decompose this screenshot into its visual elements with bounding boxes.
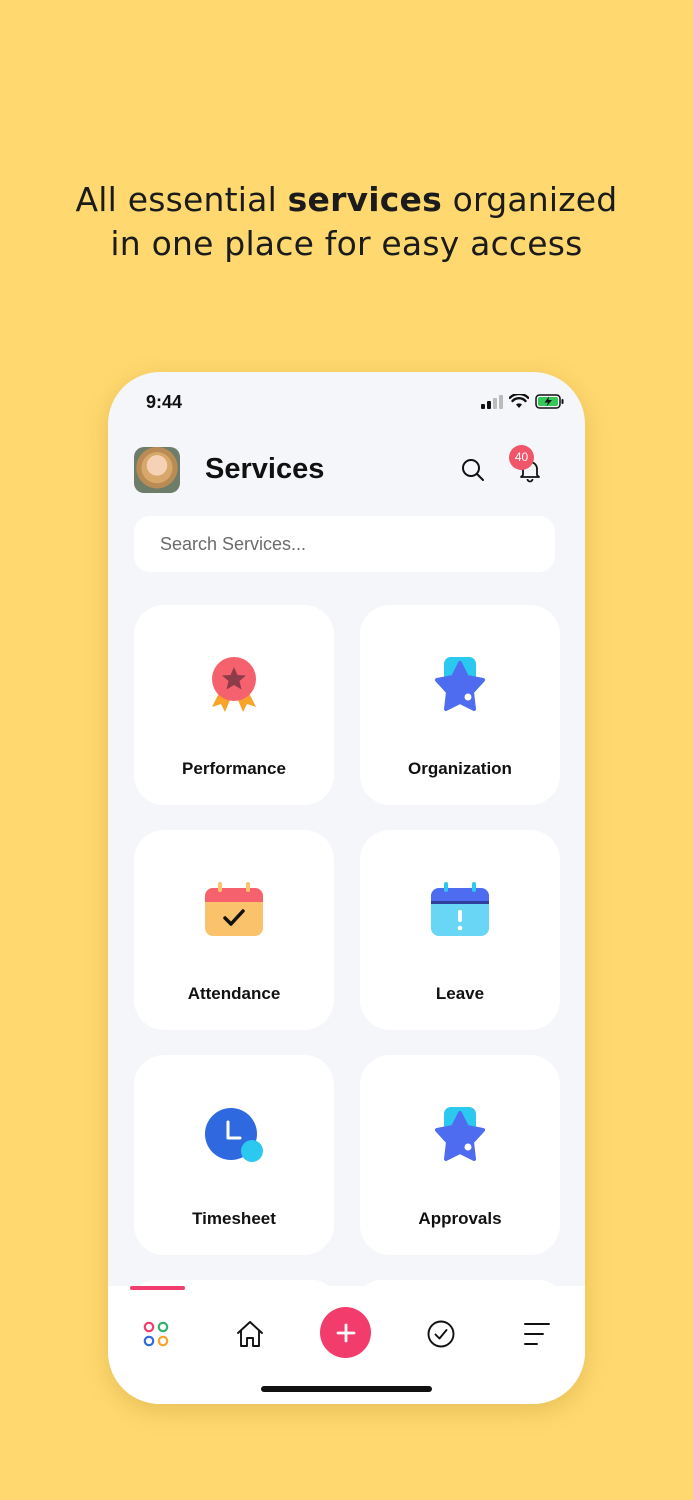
star-icon — [435, 657, 485, 711]
search-button[interactable] — [456, 453, 490, 487]
add-icon — [336, 1323, 355, 1342]
service-label: Leave — [435, 984, 485, 1003]
signal-icon — [481, 394, 503, 409]
headline: All essential services organized in one … — [0, 178, 693, 266]
calendar-alert-icon — [431, 882, 489, 936]
active-tab-indicator — [130, 1286, 185, 1290]
bottom-tab-bar — [108, 1286, 585, 1404]
status-bar: 9:44 — [108, 392, 585, 414]
headline-bold: services — [287, 180, 442, 219]
battery-icon — [535, 394, 564, 409]
service-card-approvals[interactable]: Approvals — [360, 1055, 560, 1255]
tab-menu[interactable] — [511, 1308, 563, 1360]
award-badge-icon — [212, 657, 256, 712]
add-button[interactable] — [320, 1307, 371, 1358]
menu-icon — [524, 1323, 550, 1345]
tab-apps[interactable] — [130, 1308, 182, 1360]
service-card-organization[interactable]: Organization — [360, 605, 560, 805]
home-icon — [237, 1321, 263, 1347]
service-card-performance[interactable]: Performance — [134, 605, 334, 805]
service-label: Organization — [408, 759, 512, 778]
app-header: Services 40 — [108, 445, 585, 495]
avatar[interactable] — [134, 447, 180, 493]
headline-line-2: in one place for easy access — [110, 224, 583, 263]
status-icons — [481, 394, 565, 409]
status-time: 9:44 — [146, 392, 183, 412]
service-card-timesheet[interactable]: Timesheet — [134, 1055, 334, 1255]
tab-home[interactable] — [224, 1308, 276, 1360]
tab-tasks[interactable] — [415, 1308, 467, 1360]
service-label: Attendance — [187, 984, 281, 1003]
service-label: Approvals — [418, 1209, 502, 1228]
service-card-leave[interactable]: Leave — [360, 830, 560, 1030]
apps-icon — [143, 1321, 169, 1347]
search-icon — [462, 459, 484, 481]
service-card-attendance[interactable]: Attendance — [134, 830, 334, 1030]
calendar-check-icon — [205, 882, 263, 936]
search-input[interactable] — [134, 516, 555, 572]
notification-badge: 40 — [509, 445, 534, 470]
phone-frame: 9:44 Services 40 Search Services... Perf… — [108, 372, 585, 1404]
star-icon — [435, 1107, 485, 1161]
headline-text-1: All essential — [75, 180, 288, 219]
headline-text-2: organized — [441, 180, 618, 219]
check-circle-icon — [427, 1320, 455, 1348]
wifi-icon — [509, 394, 529, 408]
service-label: Timesheet — [192, 1209, 276, 1228]
service-label: Performance — [182, 759, 286, 778]
page-title: Services — [205, 453, 325, 485]
home-indicator — [261, 1386, 432, 1392]
clock-icon — [205, 1108, 263, 1162]
